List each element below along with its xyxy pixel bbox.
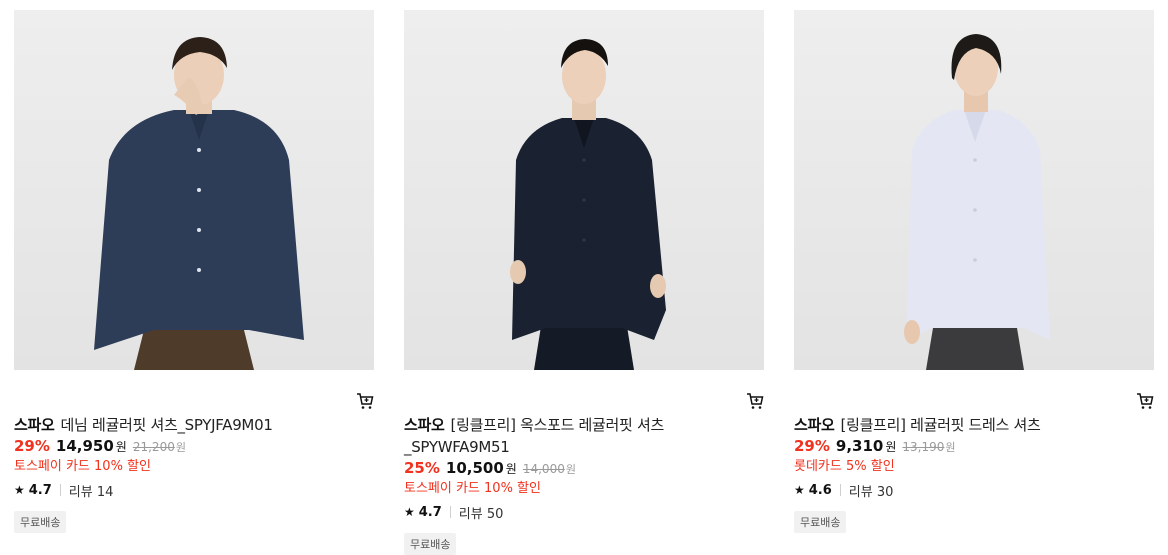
product-card[interactable]: 스파오 데님 레귤러핏 셔츠_SPYJFA9M01 29% 14,950 원 21… (14, 10, 374, 533)
currency: 원 (885, 440, 897, 454)
rating-row: ★ 4.6 리뷰 30 (794, 481, 1154, 500)
pants (926, 322, 1024, 370)
card-promo: 토스페이 카드 10% 할인 (404, 481, 541, 496)
divider (839, 484, 841, 496)
product-card[interactable]: 스파오 [링클프리] 레귤러핏 드레스 셔츠 29% 9,310 원 13,190… (794, 10, 1154, 533)
price-row: 29% 9,310 원 13,190 원 (794, 437, 1154, 457)
product-image[interactable] (794, 10, 1154, 370)
currency: 원 (505, 462, 517, 476)
rating-row: ★ 4.7 리뷰 14 (14, 481, 374, 500)
original-price: 13,190 (902, 440, 945, 454)
price-row: 29% 14,950 원 21,200 원 (14, 437, 374, 457)
discount-rate: 29% (794, 437, 830, 455)
cart-icon[interactable] (356, 392, 374, 410)
brand-name: 스파오 (404, 416, 445, 434)
product-name: 데님 레귤러핏 셔츠_SPYJFA9M01 (60, 416, 273, 434)
original-price: 21,200 (132, 440, 175, 454)
product-title[interactable]: 스파오 [링클프리] 레귤러핏 드레스 셔츠 (794, 414, 1154, 436)
review-count: 리뷰 50 (458, 506, 504, 522)
product-card[interactable]: 스파오 [링클프리] 옥스포드 레귤러핏 셔츠_SPYWFA9M51 25% 10… (404, 10, 764, 555)
rating-row: ★ 4.7 리뷰 50 (404, 503, 764, 522)
currency: 원 (115, 440, 127, 454)
shirt (512, 118, 666, 340)
product-name: [링클프리] 레귤러핏 드레스 셔츠 (840, 416, 1041, 434)
original-currency: 원 (945, 441, 956, 454)
review-count: 리뷰 30 (848, 484, 894, 500)
sale-price: 14,950 (55, 437, 114, 455)
free-shipping-badge: 무료배송 (404, 533, 457, 555)
product-image[interactable] (404, 10, 764, 370)
discount-rate: 25% (404, 459, 440, 477)
cart-icon[interactable] (1136, 392, 1154, 410)
cart-icon[interactable] (746, 392, 764, 410)
original-currency: 원 (175, 441, 186, 454)
card-promo: 토스페이 카드 10% 할인 (14, 459, 151, 474)
brand-name: 스파오 (794, 416, 835, 434)
original-price: 14,000 (522, 462, 565, 476)
brand-name: 스파오 (14, 416, 55, 434)
original-currency: 원 (565, 463, 576, 476)
star-icon: ★ (14, 483, 25, 497)
divider (449, 506, 451, 518)
star-icon: ★ (794, 483, 805, 497)
product-title[interactable]: 스파오 데님 레귤러핏 셔츠_SPYJFA9M01 (14, 414, 374, 436)
free-shipping-badge: 무료배송 (794, 511, 847, 533)
rating-score: 4.6 (808, 482, 832, 498)
rating-score: 4.7 (418, 504, 442, 520)
rating-score: 4.7 (28, 482, 52, 498)
card-promo: 롯데카드 5% 할인 (794, 459, 895, 474)
divider (59, 484, 61, 496)
model-photo (904, 34, 1050, 370)
review-count: 리뷰 14 (68, 484, 114, 500)
model-photo (510, 39, 666, 370)
sale-price: 9,310 (835, 437, 884, 455)
sale-price: 10,500 (445, 459, 504, 477)
product-title[interactable]: 스파오 [링클프리] 옥스포드 레귤러핏 셔츠_SPYWFA9M51 (404, 414, 764, 458)
shirt (906, 110, 1050, 340)
price-row: 25% 10,500 원 14,000 원 (404, 459, 764, 479)
free-shipping-badge: 무료배송 (14, 511, 67, 533)
product-image[interactable] (14, 10, 374, 370)
model-photo (94, 37, 304, 370)
star-icon: ★ (404, 505, 415, 519)
discount-rate: 29% (14, 437, 50, 455)
